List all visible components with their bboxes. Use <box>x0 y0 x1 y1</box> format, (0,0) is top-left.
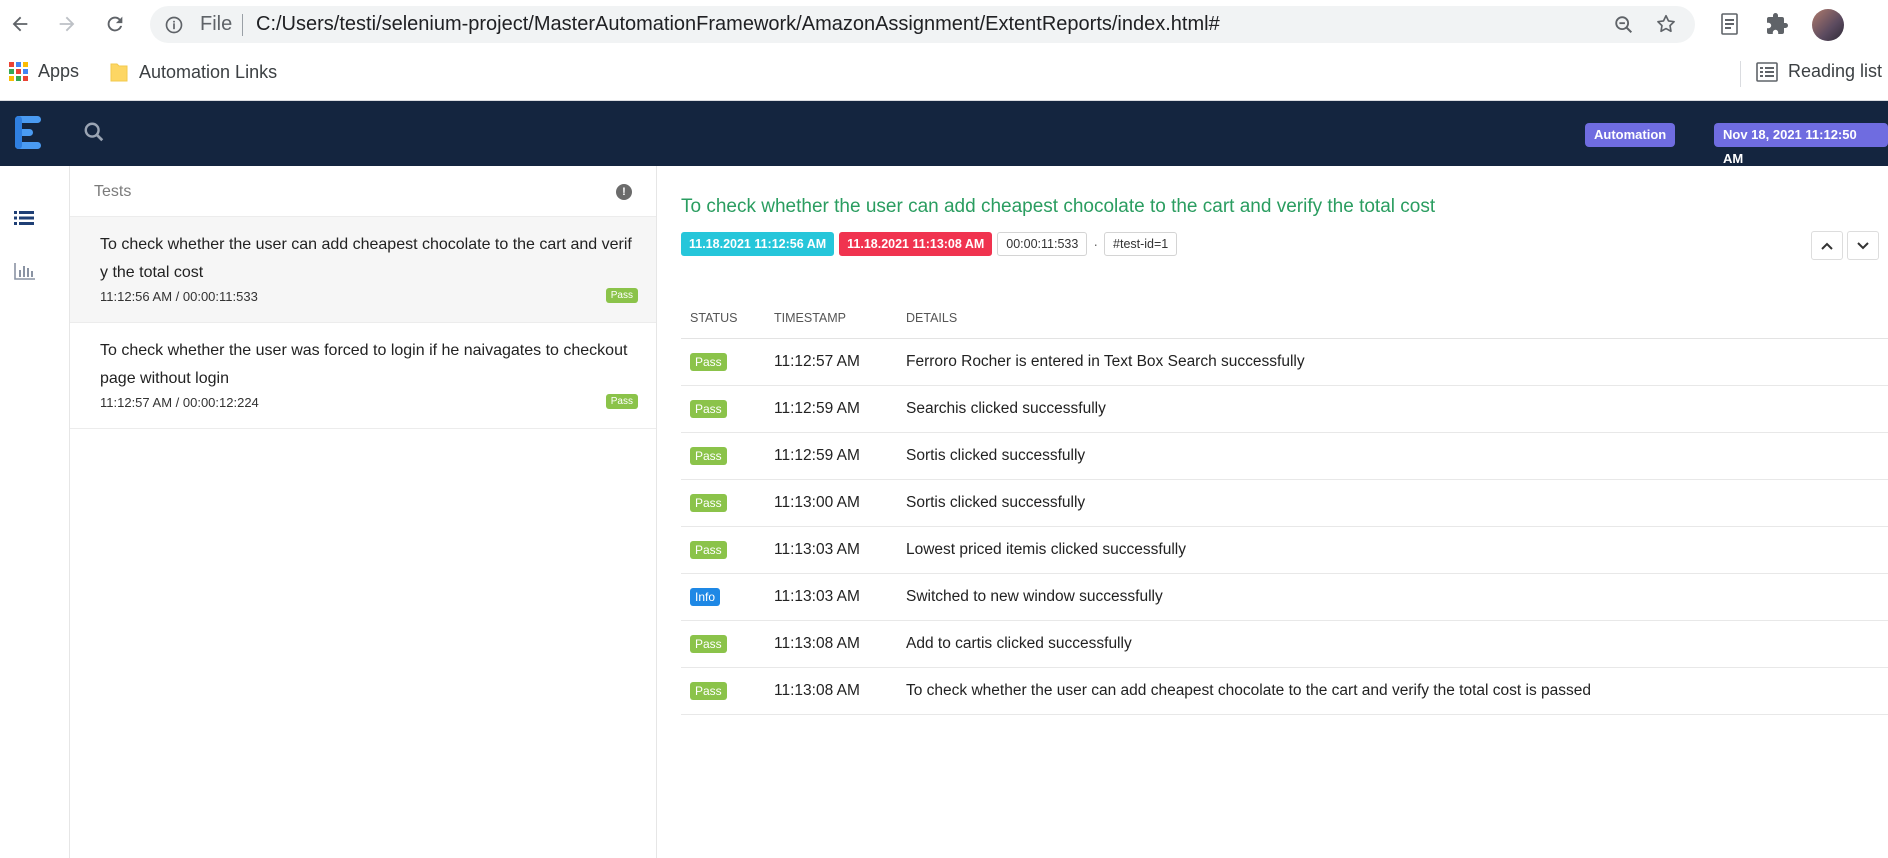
column-header-timestamp: TIMESTAMP <box>765 297 897 339</box>
test-detail-title: To check whether the user can add cheape… <box>681 196 1436 217</box>
test-name: To check whether the user was forced to … <box>100 342 628 387</box>
tests-panel: Tests ! To check whether the user can ad… <box>70 166 657 858</box>
extension-icon[interactable] <box>1719 12 1741 41</box>
test-name: To check whether the user can add cheape… <box>100 236 632 281</box>
status-badge: Pass <box>690 682 727 700</box>
info-icon[interactable] <box>164 15 184 40</box>
scheme-label: File <box>200 13 233 35</box>
status-badge: Pass <box>690 447 727 465</box>
log-row: Info 11:13:03 AM Switched to new window … <box>681 573 1888 621</box>
folder-icon <box>110 63 128 82</box>
url-text[interactable]: C:/Users/testi/selenium-project/MasterAu… <box>256 13 1220 36</box>
test-id-badge: #test-id=1 <box>1104 232 1178 256</box>
log-timestamp: 11:12:59 AM <box>765 432 897 480</box>
log-details: To check whether the user can add cheape… <box>897 667 1888 715</box>
log-details: Searchis clicked successfully <box>897 385 1888 433</box>
status-badge: Pass <box>690 400 727 418</box>
duration-badge: 00:00:11:533 <box>997 232 1088 256</box>
bookmark-apps[interactable]: Apps <box>9 61 79 82</box>
status-badge: Pass <box>690 635 727 653</box>
nav-sidebar <box>0 166 70 858</box>
folder-label: Automation Links <box>139 61 278 82</box>
log-row: Pass 11:13:08 AM To check whether the us… <box>681 667 1888 715</box>
back-icon[interactable] <box>6 10 34 38</box>
log-timestamp: 11:13:00 AM <box>765 479 897 527</box>
status-badge: Pass <box>690 353 727 371</box>
log-details: Sortis clicked successfully <box>897 479 1888 527</box>
search-icon[interactable] <box>83 121 105 148</box>
bookmarks-divider <box>1740 61 1741 87</box>
bookmarks-bar: Apps Automation Links Reading list <box>0 49 1888 101</box>
log-header-row: STATUS TIMESTAMP DETAILS <box>681 297 1888 339</box>
log-row: Pass 11:12:57 AM Ferroro Rocher is enter… <box>681 338 1888 386</box>
log-details: Ferroro Rocher is entered in Text Box Se… <box>897 338 1888 386</box>
reading-list-label: Reading list <box>1788 61 1883 81</box>
log-details: Add to cartis clicked successfully <box>897 620 1888 668</box>
status-badge: Pass <box>690 494 727 512</box>
exclamation-icon[interactable]: ! <box>616 184 632 200</box>
omnibox-divider <box>242 14 243 36</box>
browser-toolbar: File C:/Users/testi/selenium-project/Mas… <box>0 0 1888 49</box>
tests-panel-title: Tests <box>94 183 132 200</box>
report-header: Automation Nov 18, 2021 11:12:50 AM <box>0 101 1888 166</box>
extent-logo[interactable] <box>13 113 47 158</box>
chevron-up-icon[interactable] <box>1811 231 1843 260</box>
zoom-icon[interactable] <box>1613 14 1635 41</box>
puzzle-icon[interactable] <box>1765 12 1789 41</box>
profile-avatar[interactable] <box>1812 9 1844 41</box>
reading-list-icon <box>1756 61 1778 82</box>
log-details: Switched to new window successfully <box>897 573 1888 621</box>
forward-icon[interactable] <box>53 10 81 38</box>
test-time-meta: 11:12:57 AM / 00:00:12:224 <box>100 395 259 410</box>
log-row: Pass 11:12:59 AM Searchis clicked succes… <box>681 385 1888 433</box>
status-badge: Pass <box>605 394 638 409</box>
end-time-badge: 11.18.2021 11:13:08 AM <box>839 232 993 256</box>
test-detail-panel: To check whether the user can add cheape… <box>657 166 1888 858</box>
tag-separator: · <box>1093 236 1099 252</box>
column-header-details: DETAILS <box>897 297 1888 339</box>
test-log-table: STATUS TIMESTAMP DETAILS Pass 11:12:57 A… <box>681 297 1888 715</box>
bookmark-folder-automation-links[interactable]: Automation Links <box>109 61 277 83</box>
log-row: Pass 11:13:08 AM Add to cartis clicked s… <box>681 620 1888 668</box>
log-timestamp: 11:12:59 AM <box>765 385 897 433</box>
log-details: Sortis clicked successfully <box>897 432 1888 480</box>
log-row: Pass 11:12:59 AM Sortis clicked successf… <box>681 432 1888 480</box>
apps-label: Apps <box>38 61 80 81</box>
log-timestamp: 11:13:08 AM <box>765 620 897 668</box>
log-row: Pass 11:13:00 AM Sortis clicked successf… <box>681 479 1888 527</box>
dashboard-chart-icon[interactable] <box>14 262 36 285</box>
log-timestamp: 11:13:03 AM <box>765 526 897 574</box>
start-time-badge: 11.18.2021 11:12:56 AM <box>681 232 835 256</box>
report-date-badge: Nov 18, 2021 11:12:50 AM <box>1714 123 1888 166</box>
tests-panel-header: Tests ! <box>70 166 656 217</box>
status-badge: Info <box>690 588 721 606</box>
test-list-item[interactable]: To check whether the user was forced to … <box>70 323 656 429</box>
log-timestamp: 11:12:57 AM <box>765 338 897 386</box>
log-timestamp: 11:13:08 AM <box>765 667 897 715</box>
test-detail-tags: 11.18.2021 11:12:56 AM 11.18.2021 11:13:… <box>681 232 1178 256</box>
apps-grid-icon <box>9 62 28 81</box>
test-time-meta: 11:12:56 AM / 00:00:11:533 <box>100 289 258 304</box>
reading-list-button[interactable]: Reading list <box>1756 61 1882 82</box>
address-bar[interactable]: File C:/Users/testi/selenium-project/Mas… <box>150 6 1695 43</box>
environment-badge: Automation <box>1585 123 1676 147</box>
test-list-item[interactable]: To check whether the user can add cheape… <box>70 217 656 323</box>
log-row: Pass 11:13:03 AM Lowest priced itemis cl… <box>681 526 1888 574</box>
star-icon[interactable] <box>1655 13 1677 40</box>
status-badge: Pass <box>690 541 727 559</box>
test-list-icon[interactable] <box>14 209 34 232</box>
status-badge: Pass <box>605 288 638 303</box>
chevron-down-icon[interactable] <box>1847 231 1879 260</box>
log-timestamp: 11:13:03 AM <box>765 573 897 621</box>
reload-icon[interactable] <box>101 10 129 38</box>
log-details: Lowest priced itemis clicked successfull… <box>897 526 1888 574</box>
column-header-status: STATUS <box>681 297 765 339</box>
